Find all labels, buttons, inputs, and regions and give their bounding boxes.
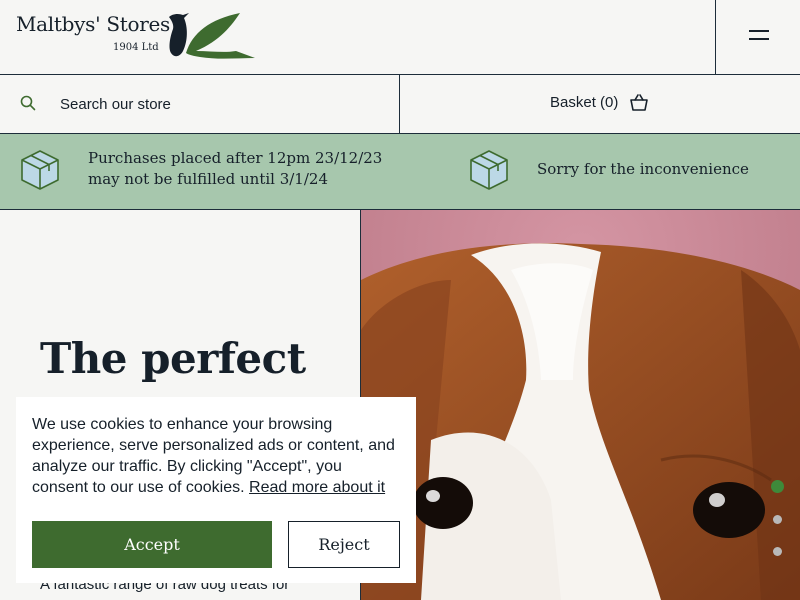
basket-icon [629, 94, 649, 117]
puppy-photo [361, 210, 800, 600]
package-box-icon [469, 149, 509, 196]
carousel-dot-2[interactable] [773, 515, 782, 524]
reject-cookies-button[interactable]: Reject [288, 521, 400, 568]
package-box-icon [20, 149, 60, 196]
carousel-dot-1[interactable] [771, 480, 784, 493]
hamburger-menu-icon[interactable] [749, 30, 769, 44]
basket-label: Basket (0) [550, 94, 619, 111]
basket-link[interactable]: Basket (0) [400, 75, 800, 133]
carousel-dot-3[interactable] [773, 547, 782, 556]
search-icon[interactable] [20, 95, 36, 116]
cookie-read-more-link[interactable]: Read more about it [249, 479, 385, 496]
notice-apology: Sorry for the inconvenience [537, 160, 749, 178]
notice-line-1: Purchases placed after 12pm 23/12/23 [88, 149, 383, 167]
brand-home-link[interactable]: Maltbys' Stores 1904 Ltd [16, 12, 170, 53]
menu-cell [715, 0, 800, 74]
cookie-message: We use cookies to enhance your browsing … [32, 414, 402, 498]
cookie-consent-dialog: We use cookies to enhance your browsing … [16, 397, 416, 583]
hero-title: The perfect [40, 334, 306, 383]
bird-logo-icon[interactable] [166, 11, 256, 66]
notice-message: Purchases placed after 12pm 23/12/23 may… [88, 148, 382, 190]
search-basket-row: Basket (0) [0, 75, 800, 134]
brand-name: Maltbys' Stores [16, 12, 170, 36]
search-input[interactable] [60, 92, 380, 116]
notice-line-2: may not be fulfilled until 3/1/24 [88, 170, 328, 188]
site-header: Maltbys' Stores 1904 Ltd [0, 0, 800, 75]
search-cell [0, 75, 400, 133]
delivery-notice-banner: Purchases placed after 12pm 23/12/23 may… [0, 134, 800, 210]
accept-cookies-button[interactable]: Accept [32, 521, 272, 568]
brand-subtitle: 1904 Ltd [113, 42, 159, 53]
